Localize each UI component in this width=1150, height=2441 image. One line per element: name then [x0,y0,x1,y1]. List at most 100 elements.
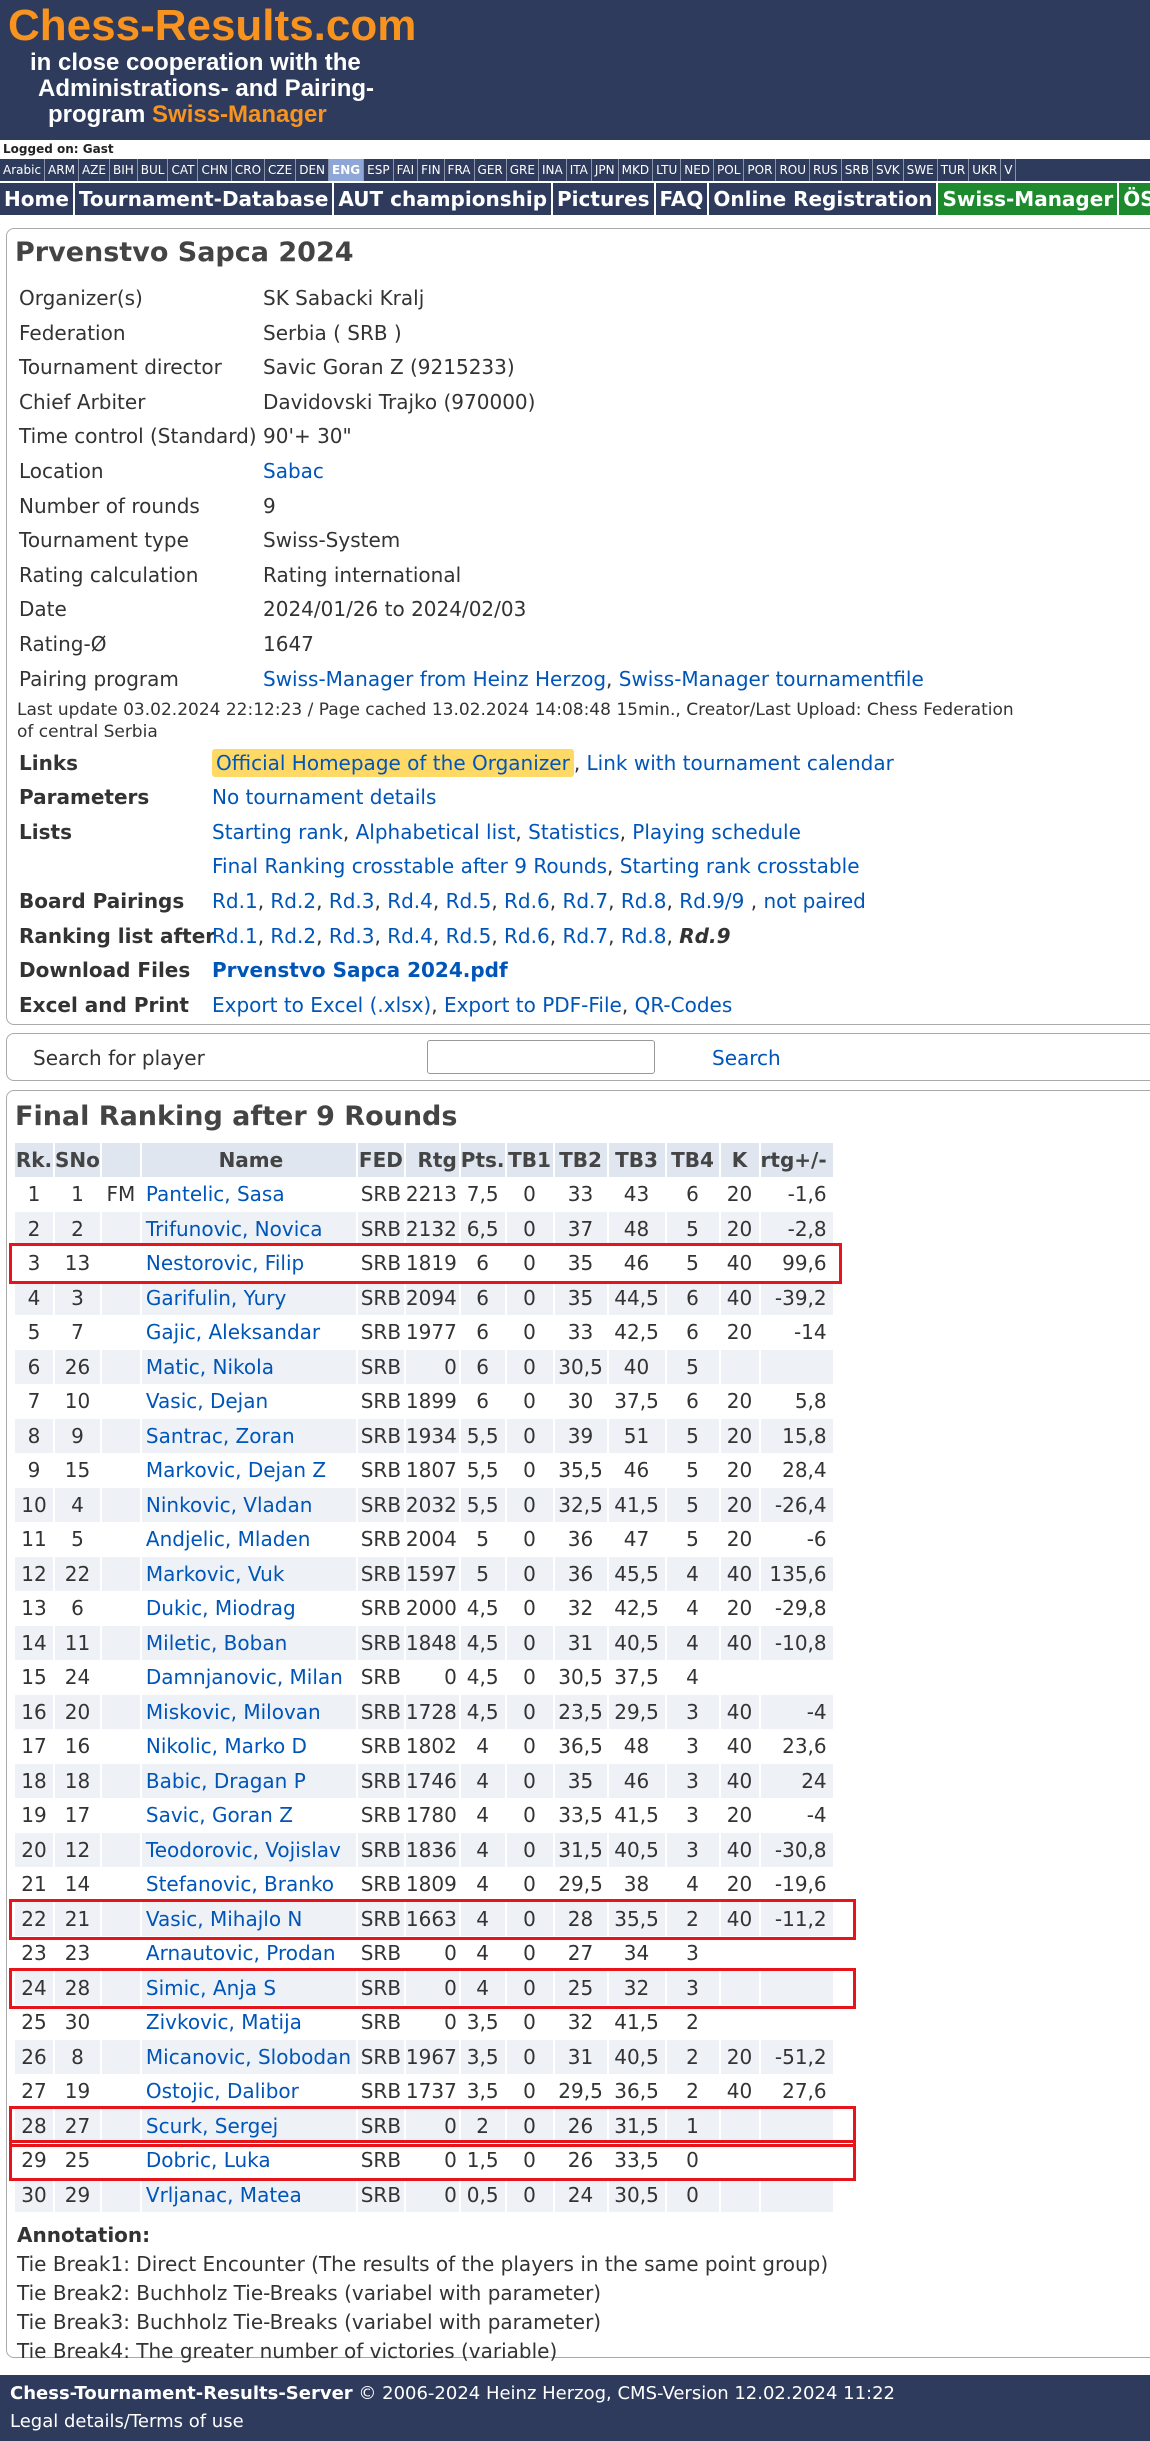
menu-item-swiss-manager[interactable]: Swiss-Manager [938,183,1120,215]
language-arm[interactable]: ARM [45,159,79,181]
search-input[interactable] [427,1040,655,1074]
list-link[interactable]: Statistics [528,820,619,844]
language-den[interactable]: DEN [296,159,330,181]
search-button[interactable]: Search [712,1044,781,1072]
board-pairing-round-link[interactable]: Rd.7 [562,889,608,913]
board-pairing-round-link[interactable]: Rd.5 [446,889,492,913]
language-esp[interactable]: ESP [364,159,394,181]
player-link[interactable]: Matic, Nikola [140,1349,358,1384]
player-link[interactable]: Damnjanovic, Milan [140,1660,358,1695]
not-paired-link[interactable]: not paired [763,889,865,913]
ranking-round-link[interactable]: Rd.6 [504,924,550,948]
language-ita[interactable]: ITA [567,159,592,181]
pairing-program-link[interactable]: Swiss-Manager from Heinz Herzog [263,667,606,691]
player-link[interactable]: Babic, Dragan P [140,1763,358,1798]
menu-item-home[interactable]: Home [0,183,75,215]
language-svk[interactable]: SVK [873,159,904,181]
ranking-round-link[interactable]: Rd.7 [562,924,608,948]
language-pol[interactable]: POL [714,159,745,181]
language-ltu[interactable]: LTU [653,159,682,181]
tournament-file-link[interactable]: Swiss-Manager tournamentfile [619,667,924,691]
player-link[interactable]: Miskovic, Milovan [140,1694,358,1729]
player-link[interactable]: Zivkovic, Matija [140,2005,358,2040]
language-cat[interactable]: CAT [168,159,199,181]
language-gre[interactable]: GRE [507,159,539,181]
player-link[interactable]: Dukic, Miodrag [140,1591,358,1626]
list-link[interactable]: Starting rank [212,820,343,844]
language-v[interactable]: V [1001,159,1017,181]
language-ina[interactable]: INA [539,159,567,181]
location-link[interactable]: Sabac [263,454,324,488]
player-link[interactable]: Santrac, Zoran [140,1418,358,1453]
ranking-round-link[interactable]: Rd.3 [329,924,375,948]
ranking-round-link[interactable]: Rd.8 [621,924,667,948]
board-pairing-round-link[interactable]: Rd.2 [270,889,316,913]
player-link[interactable]: Ostojic, Dalibor [140,2074,358,2109]
board-pairing-round-link[interactable]: Rd.9/9 [679,889,744,913]
player-link[interactable]: Garifulin, Yury [140,1280,358,1315]
tournament-calendar-link[interactable]: Link with tournament calendar [587,751,894,775]
language-arabic[interactable]: Arabic [0,159,46,181]
site-logo[interactable]: Chess-Results.com in close cooperation w… [8,2,428,128]
board-pairing-round-link[interactable]: Rd.4 [387,889,433,913]
language-srb[interactable]: SRB [842,159,873,181]
language-rus[interactable]: RUS [810,159,842,181]
player-link[interactable]: Vasic, Dejan [140,1384,358,1419]
player-link[interactable]: Miletic, Boban [140,1625,358,1660]
player-link[interactable]: Gajic, Aleksandar [140,1315,358,1350]
ranking-round-link[interactable]: Rd.5 [446,924,492,948]
menu-item-online-registration[interactable]: Online Registration [709,183,939,215]
player-link[interactable]: Teodorovic, Vojislav [140,1832,358,1867]
language-bih[interactable]: BIH [110,159,138,181]
board-pairing-round-link[interactable]: Rd.6 [504,889,550,913]
crosstable-link[interactable]: Starting rank crosstable [620,854,860,878]
language-rou[interactable]: ROU [776,159,811,181]
list-link[interactable]: Playing schedule [632,820,801,844]
player-link[interactable]: Nikolic, Marko D [140,1729,358,1764]
player-link[interactable]: Stefanovic, Branko [140,1867,358,1902]
export-link[interactable]: Export to Excel (.xlsx) [212,993,431,1017]
language-fin[interactable]: FIN [418,159,445,181]
player-link[interactable]: Ninkovic, Vladan [140,1487,358,1522]
player-link[interactable]: Arnautovic, Prodan [140,1936,358,1971]
menu-item-aut-championship[interactable]: AUT championship [334,183,554,215]
language-ukr[interactable]: UKR [969,159,1002,181]
player-link[interactable]: Markovic, Dejan Z [140,1453,358,1488]
player-link[interactable]: Micanovic, Slobodan [140,2039,358,2074]
crosstable-link[interactable]: Final Ranking crosstable after 9 Rounds [212,854,607,878]
player-link[interactable]: Vrljanac, Matea [140,2177,358,2212]
language-cro[interactable]: CRO [232,159,266,181]
language-bul[interactable]: BUL [138,159,169,181]
language-ned[interactable]: NED [681,159,715,181]
menu-item--sb[interactable]: ÖSB [1119,183,1150,215]
pdf-download-link[interactable]: Prvenstvo Sapca 2024.pdf [212,953,508,987]
export-link[interactable]: Export to PDF-File [444,993,622,1017]
ranking-round-link[interactable]: Rd.1 [212,924,258,948]
organizer-homepage-link[interactable]: Official Homepage of the Organizer [212,749,574,777]
language-fai[interactable]: FAI [394,159,419,181]
language-jpn[interactable]: JPN [592,159,619,181]
legal-details-link[interactable]: Legal details/Terms of use [10,2409,244,2435]
board-pairing-round-link[interactable]: Rd.8 [621,889,667,913]
player-link[interactable]: Pantelic, Sasa [140,1177,358,1212]
export-link[interactable]: QR-Codes [635,993,733,1017]
language-swe[interactable]: SWE [904,159,938,181]
ranking-round-link[interactable]: Rd.2 [270,924,316,948]
language-tur[interactable]: TUR [938,159,970,181]
player-link[interactable]: Andjelic, Mladen [140,1522,358,1557]
language-cze[interactable]: CZE [265,159,297,181]
list-link[interactable]: Alphabetical list [356,820,516,844]
player-link[interactable]: Trifunovic, Novica [140,1211,358,1246]
menu-item-tournament-database[interactable]: Tournament-Database [75,183,335,215]
player-link[interactable]: Savic, Goran Z [140,1798,358,1833]
board-pairing-round-link[interactable]: Rd.3 [329,889,375,913]
ranking-round-link[interactable]: Rd.4 [387,924,433,948]
language-mkd[interactable]: MKD [619,159,654,181]
language-ger[interactable]: GER [475,159,507,181]
menu-item-pictures[interactable]: Pictures [553,183,656,215]
language-fra[interactable]: FRA [445,159,475,181]
language-aze[interactable]: AZE [79,159,110,181]
language-por[interactable]: POR [744,159,777,181]
tournament-details-link[interactable]: No tournament details [212,780,436,814]
language-chn[interactable]: CHN [198,159,232,181]
